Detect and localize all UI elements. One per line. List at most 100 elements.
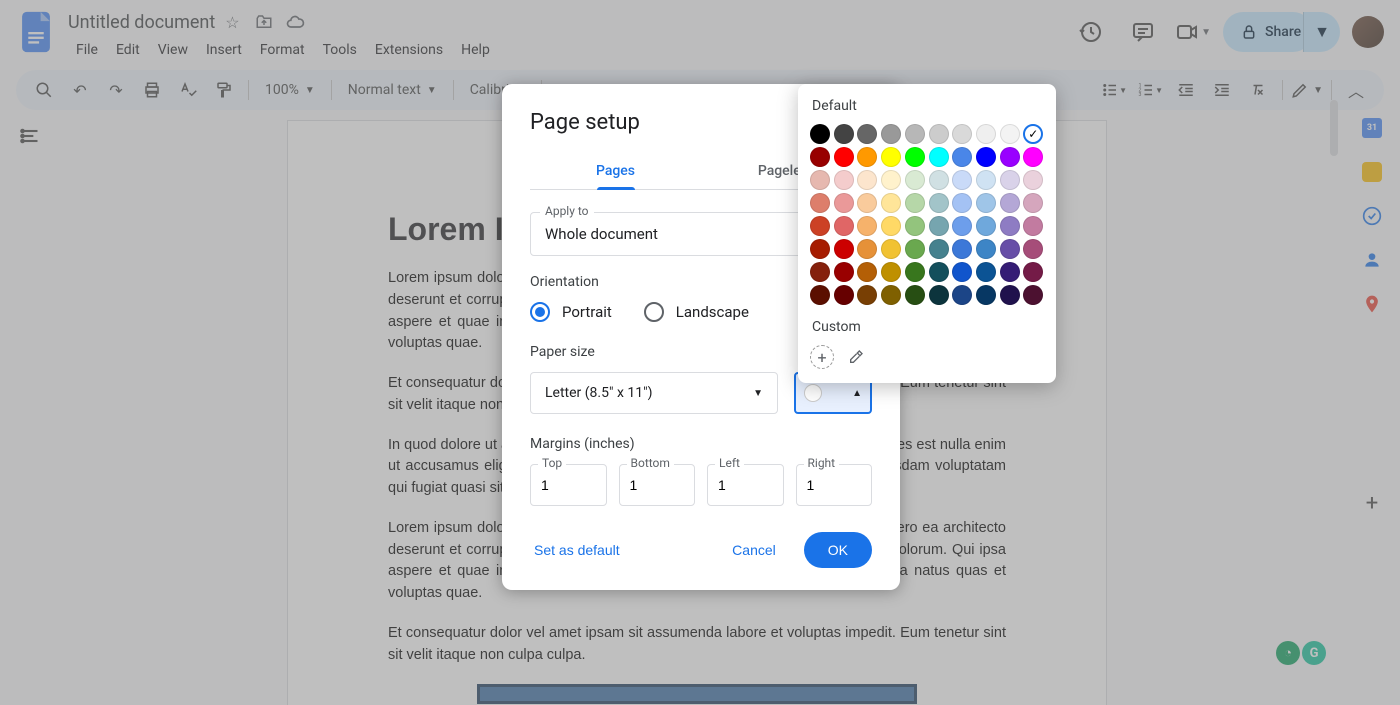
color-swatch[interactable]: [857, 285, 877, 305]
color-swatch[interactable]: [952, 216, 972, 236]
color-swatch[interactable]: [810, 193, 830, 213]
color-swatch[interactable]: [952, 193, 972, 213]
color-swatch[interactable]: [1000, 124, 1020, 144]
color-swatch[interactable]: [881, 216, 901, 236]
color-swatch[interactable]: [1000, 239, 1020, 259]
color-swatch[interactable]: [905, 262, 925, 282]
color-swatch[interactable]: [881, 285, 901, 305]
color-swatch[interactable]: [976, 147, 996, 167]
color-swatch[interactable]: [952, 239, 972, 259]
color-swatch[interactable]: [929, 124, 949, 144]
color-swatch[interactable]: [1023, 216, 1043, 236]
color-swatch[interactable]: [929, 170, 949, 190]
color-swatch[interactable]: [952, 262, 972, 282]
color-swatch[interactable]: [929, 262, 949, 282]
color-swatch[interactable]: [976, 193, 996, 213]
color-swatch[interactable]: [834, 239, 854, 259]
color-swatch[interactable]: [929, 147, 949, 167]
color-swatch[interactable]: [976, 239, 996, 259]
color-swatch[interactable]: [976, 285, 996, 305]
color-swatch[interactable]: [929, 216, 949, 236]
color-swatch[interactable]: [834, 193, 854, 213]
color-swatch[interactable]: [881, 262, 901, 282]
color-swatch[interactable]: [857, 124, 877, 144]
color-swatch[interactable]: [929, 239, 949, 259]
color-swatch[interactable]: [834, 285, 854, 305]
color-swatch[interactable]: [834, 147, 854, 167]
color-swatch[interactable]: [905, 285, 925, 305]
color-swatch[interactable]: [1023, 147, 1043, 167]
color-swatch[interactable]: [905, 147, 925, 167]
dialog-actions: Set as default Cancel OK: [530, 532, 872, 568]
color-swatch[interactable]: [905, 170, 925, 190]
margins-label: Margins (inches): [530, 436, 872, 452]
eyedropper-icon[interactable]: [844, 345, 868, 369]
color-swatch[interactable]: [810, 124, 830, 144]
add-custom-color-icon[interactable]: +: [810, 345, 834, 369]
color-swatch[interactable]: [905, 124, 925, 144]
color-swatch[interactable]: [905, 193, 925, 213]
color-swatch[interactable]: [929, 193, 949, 213]
color-swatch[interactable]: [1000, 170, 1020, 190]
color-swatch[interactable]: [881, 239, 901, 259]
color-swatch[interactable]: [881, 170, 901, 190]
color-swatch[interactable]: [1023, 262, 1043, 282]
cancel-button[interactable]: Cancel: [714, 532, 794, 568]
color-swatch[interactable]: [952, 285, 972, 305]
color-swatch[interactable]: [834, 216, 854, 236]
chevron-up-icon: ▲: [852, 388, 862, 399]
color-swatch[interactable]: [1000, 147, 1020, 167]
color-swatch[interactable]: [952, 170, 972, 190]
color-swatch[interactable]: [905, 216, 925, 236]
color-swatch[interactable]: [857, 262, 877, 282]
radio-portrait[interactable]: Portrait: [530, 302, 612, 322]
margin-bottom-input[interactable]: [619, 464, 696, 506]
color-swatch[interactable]: [810, 239, 830, 259]
tab-pages[interactable]: Pages: [530, 153, 701, 189]
color-swatch[interactable]: [976, 216, 996, 236]
color-swatch[interactable]: [976, 170, 996, 190]
color-swatch[interactable]: [810, 285, 830, 305]
radio-landscape[interactable]: Landscape: [644, 302, 749, 322]
color-swatch[interactable]: [857, 239, 877, 259]
color-swatch[interactable]: [976, 262, 996, 282]
color-swatch[interactable]: [857, 170, 877, 190]
color-swatch[interactable]: [834, 124, 854, 144]
color-swatch[interactable]: [857, 216, 877, 236]
color-swatch[interactable]: [976, 124, 996, 144]
color-swatch[interactable]: [929, 285, 949, 305]
color-default-heading: Default: [810, 98, 1044, 114]
color-swatch[interactable]: [834, 170, 854, 190]
color-swatch[interactable]: [1000, 262, 1020, 282]
margin-right-input[interactable]: [796, 464, 873, 506]
color-swatch[interactable]: [881, 147, 901, 167]
color-swatch[interactable]: [952, 147, 972, 167]
color-swatch[interactable]: [881, 193, 901, 213]
color-swatch[interactable]: [881, 124, 901, 144]
color-swatch[interactable]: [1023, 193, 1043, 213]
color-swatch[interactable]: [1023, 170, 1043, 190]
current-color-swatch: [804, 384, 822, 402]
margin-left-input[interactable]: [707, 464, 784, 506]
margin-top-input[interactable]: [530, 464, 607, 506]
color-swatch[interactable]: [905, 239, 925, 259]
color-swatch[interactable]: [1023, 285, 1043, 305]
color-swatch[interactable]: [810, 216, 830, 236]
margin-right-label: Right: [804, 456, 840, 470]
paper-size-select[interactable]: Letter (8.5" x 11")▼: [530, 372, 778, 414]
color-swatch[interactable]: [857, 147, 877, 167]
color-swatch[interactable]: [1023, 239, 1043, 259]
color-swatch[interactable]: [1023, 124, 1043, 144]
color-swatch[interactable]: [1000, 216, 1020, 236]
color-swatch[interactable]: [952, 124, 972, 144]
color-swatch[interactable]: [810, 170, 830, 190]
color-swatch[interactable]: [834, 262, 854, 282]
radio-icon: [530, 302, 550, 322]
ok-button[interactable]: OK: [804, 532, 872, 568]
color-swatch[interactable]: [1000, 285, 1020, 305]
color-swatch[interactable]: [1000, 193, 1020, 213]
set-default-button[interactable]: Set as default: [530, 534, 624, 566]
color-swatch[interactable]: [810, 147, 830, 167]
color-swatch[interactable]: [810, 262, 830, 282]
color-swatch[interactable]: [857, 193, 877, 213]
